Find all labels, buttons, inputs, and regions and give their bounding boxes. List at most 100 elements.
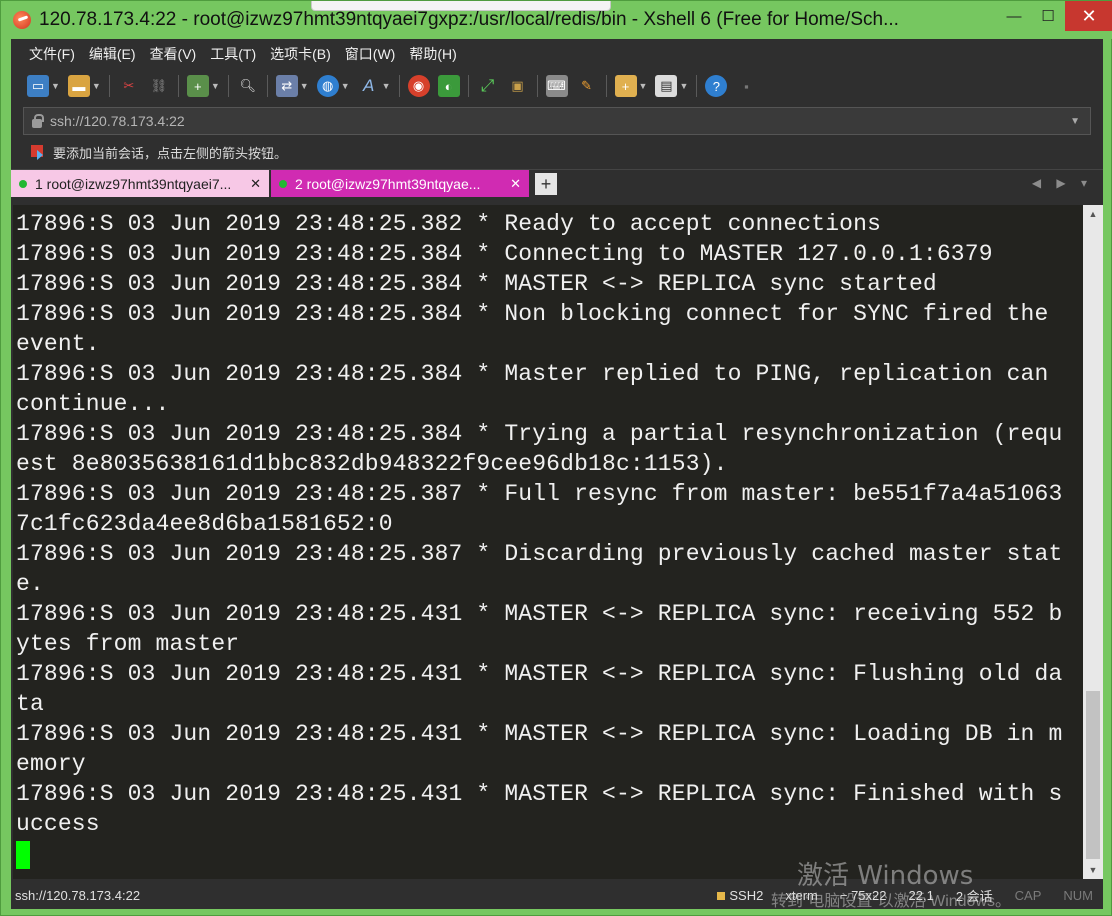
terminal-line: 17896:S 03 Jun 2019 23:48:25.431 * MASTE… xyxy=(16,781,1063,807)
chevron-down-icon[interactable]: ▼ xyxy=(92,81,101,91)
xshell-window: 120.78.173.4:22 - root@izwz97hmt39ntqyae… xyxy=(0,0,1112,916)
tab-navigation-arrows[interactable]: ◀ ▶ ▾ xyxy=(1032,176,1093,190)
tab-close-icon[interactable]: ✕ xyxy=(510,176,521,192)
terminal-output[interactable]: 17896:S 03 Jun 2019 23:48:25.382 * Ready… xyxy=(13,205,1083,879)
terminal-scrollbar[interactable]: ▲ ▼ xyxy=(1083,205,1103,879)
terminal-line: 17896:S 03 Jun 2019 23:48:25.384 * MASTE… xyxy=(16,271,937,297)
chevron-down-icon[interactable]: ▼ xyxy=(300,81,309,91)
session-hint-bar: 要添加当前会话，点击左侧的箭头按钮。 xyxy=(11,135,1103,169)
terminal-line: emory xyxy=(16,751,86,777)
session-tab-bar: 1 root@izwz97hmt39ntqyaei7... ✕ 2 root@i… xyxy=(11,169,1103,197)
add-tab-button[interactable]: + xyxy=(535,173,557,195)
font-icon[interactable]: A xyxy=(358,75,380,97)
menu-tabs[interactable]: 选项卡(B) xyxy=(270,44,331,64)
menu-edit[interactable]: 编辑(E) xyxy=(89,44,136,64)
terminal-line: 17896:S 03 Jun 2019 23:48:25.431 * MASTE… xyxy=(16,661,1063,687)
menu-bar: 文件(F) 编辑(E) 查看(V) 工具(T) 选项卡(B) 窗口(W) 帮助(… xyxy=(11,39,1103,69)
session-hint-text: 要添加当前会话，点击左侧的箭头按钮。 xyxy=(53,145,288,161)
terminal-line: e. xyxy=(16,571,44,597)
toolbar: ▭ ▼ ▬ ▼ ✂ ⛓ + ▼ 🔍︎ ⇄ ▼ ◍ ▼ A ▼ ◉ ◐ ⤢ ▣ ⌨ ✎ + ▼ … xyxy=(11,69,1103,103)
find-icon[interactable]: 🔍︎ xyxy=(237,75,259,97)
menu-file[interactable]: 文件(F) xyxy=(29,44,75,64)
tab-session-2[interactable]: 2 root@izwz97hmt39ntqyae... ✕ xyxy=(271,170,529,197)
tab-close-icon[interactable]: ✕ xyxy=(250,176,261,192)
connected-status-icon xyxy=(19,179,27,188)
terminal-line: 17896:S 03 Jun 2019 23:48:25.384 * Non b… xyxy=(16,301,1049,327)
new-window-icon[interactable]: + xyxy=(186,75,209,97)
maximize-button[interactable]: ☐ xyxy=(1031,1,1065,31)
chat-icon[interactable]: ▪ xyxy=(735,75,757,97)
toolbar-divider xyxy=(696,75,698,97)
menu-window[interactable]: 窗口(W) xyxy=(345,44,396,64)
highlight-icon[interactable]: ✎ xyxy=(576,75,598,97)
open-folder-icon[interactable]: ▬ xyxy=(67,75,90,97)
tab-label: 1 root@izwz97hmt39ntqyaei7... xyxy=(35,175,232,192)
terminal-line: 17896:S 03 Jun 2019 23:48:25.384 * Maste… xyxy=(16,361,1049,387)
chevron-down-icon[interactable]: ▼ xyxy=(211,81,220,91)
status-protocol: SSH2 xyxy=(717,888,763,903)
toolbar-divider xyxy=(227,75,229,97)
terminal-line: est 8e8035638161d1bbc832db948322f9cee96d… xyxy=(16,451,728,477)
ime-toolbar[interactable] xyxy=(311,1,611,11)
new-session-icon[interactable]: ▭ xyxy=(27,75,49,97)
status-connection: ssh://120.78.173.4:22 xyxy=(15,887,141,903)
help-icon[interactable]: ? xyxy=(705,75,728,97)
layout-icon[interactable]: ▤ xyxy=(655,75,678,97)
transfer-icon[interactable]: ⇄ xyxy=(275,75,298,97)
terminal-line: 17896:S 03 Jun 2019 23:48:25.384 * Conne… xyxy=(16,241,993,267)
menu-help[interactable]: 帮助(H) xyxy=(409,44,456,64)
terminal-cursor xyxy=(16,841,30,869)
terminal-line: 17896:S 03 Jun 2019 23:48:25.387 * Disca… xyxy=(16,541,1063,567)
terminal-line: uccess xyxy=(16,811,100,837)
globe-icon[interactable]: ◍ xyxy=(316,75,339,97)
client-area: 文件(F) 编辑(E) 查看(V) 工具(T) 选项卡(B) 窗口(W) 帮助(… xyxy=(11,39,1103,909)
fullscreen-icon[interactable]: ⤢ xyxy=(477,75,499,97)
chevron-down-icon[interactable]: ▼ xyxy=(341,81,350,91)
toolbar-divider xyxy=(398,75,400,97)
window-controls: — ☐ ✕ xyxy=(997,1,1112,31)
secure-lock-icon xyxy=(717,891,726,900)
keyboard-icon[interactable]: ⌨ xyxy=(545,75,568,97)
disconnect-icon[interactable]: ✂ xyxy=(118,75,140,97)
toolbar-divider xyxy=(605,75,607,97)
chevron-down-icon[interactable]: ▼ xyxy=(1070,116,1080,127)
tab-session-1[interactable]: 1 root@izwz97hmt39ntqyaei7... ✕ xyxy=(11,170,269,197)
terminal-line: 17896:S 03 Jun 2019 23:48:25.431 * MASTE… xyxy=(16,721,1063,747)
chevron-down-icon[interactable]: ▼ xyxy=(679,81,688,91)
chevron-down-icon[interactable]: ▼ xyxy=(639,81,648,91)
terminal-line: event. xyxy=(16,331,100,357)
toolbar-divider xyxy=(467,75,469,97)
xftp-icon[interactable]: ◐ xyxy=(437,75,460,97)
lock-icon xyxy=(32,113,44,128)
protocol-label: SSH2 xyxy=(729,887,764,903)
toolbar-divider xyxy=(266,75,268,97)
script-icon[interactable]: + xyxy=(614,75,637,97)
close-button[interactable]: ✕ xyxy=(1065,1,1112,31)
menu-tools[interactable]: 工具(T) xyxy=(210,44,256,64)
title-bar[interactable]: 120.78.173.4:22 - root@izwz97hmt39ntqyae… xyxy=(1,1,1112,39)
terminal-line: ytes from master xyxy=(16,631,240,657)
terminal-line: ta xyxy=(16,691,44,717)
scroll-up-icon[interactable]: ▲ xyxy=(1083,205,1103,223)
lock-icon[interactable]: ▣ xyxy=(507,75,529,97)
xshell-logo-icon[interactable]: ◉ xyxy=(407,75,430,97)
add-session-arrow-icon[interactable] xyxy=(31,145,47,160)
terminal-line: continue... xyxy=(16,391,170,417)
scroll-thumb[interactable] xyxy=(1086,691,1100,859)
tab-label: 2 root@izwz97hmt39ntqyae... xyxy=(295,175,481,192)
terminal-line: 17896:S 03 Jun 2019 23:48:25.387 * Full … xyxy=(16,481,1063,507)
reconnect-icon[interactable]: ⛓ xyxy=(148,75,170,97)
terminal-line: 7c1fc623da4ee8d6ba1581652:0 xyxy=(16,511,393,537)
toolbar-divider xyxy=(177,75,179,97)
address-bar[interactable]: ssh://120.78.173.4:22 ▼ xyxy=(23,107,1091,135)
terminal-line: 17896:S 03 Jun 2019 23:48:25.384 * Tryin… xyxy=(16,421,1063,447)
minimize-button[interactable]: — xyxy=(997,1,1031,31)
chevron-down-icon[interactable]: ▼ xyxy=(51,81,60,91)
xshell-app-icon[interactable] xyxy=(13,11,31,29)
scroll-down-icon[interactable]: ▼ xyxy=(1083,861,1103,879)
address-input[interactable]: ssh://120.78.173.4:22 xyxy=(50,113,1070,129)
menu-view[interactable]: 查看(V) xyxy=(150,44,197,64)
windows-activation-subtext: 转到“电脑设置”以激活 Windows。 xyxy=(771,893,1012,910)
terminal-line: 17896:S 03 Jun 2019 23:48:25.431 * MASTE… xyxy=(16,601,1063,627)
chevron-down-icon[interactable]: ▼ xyxy=(382,81,391,91)
